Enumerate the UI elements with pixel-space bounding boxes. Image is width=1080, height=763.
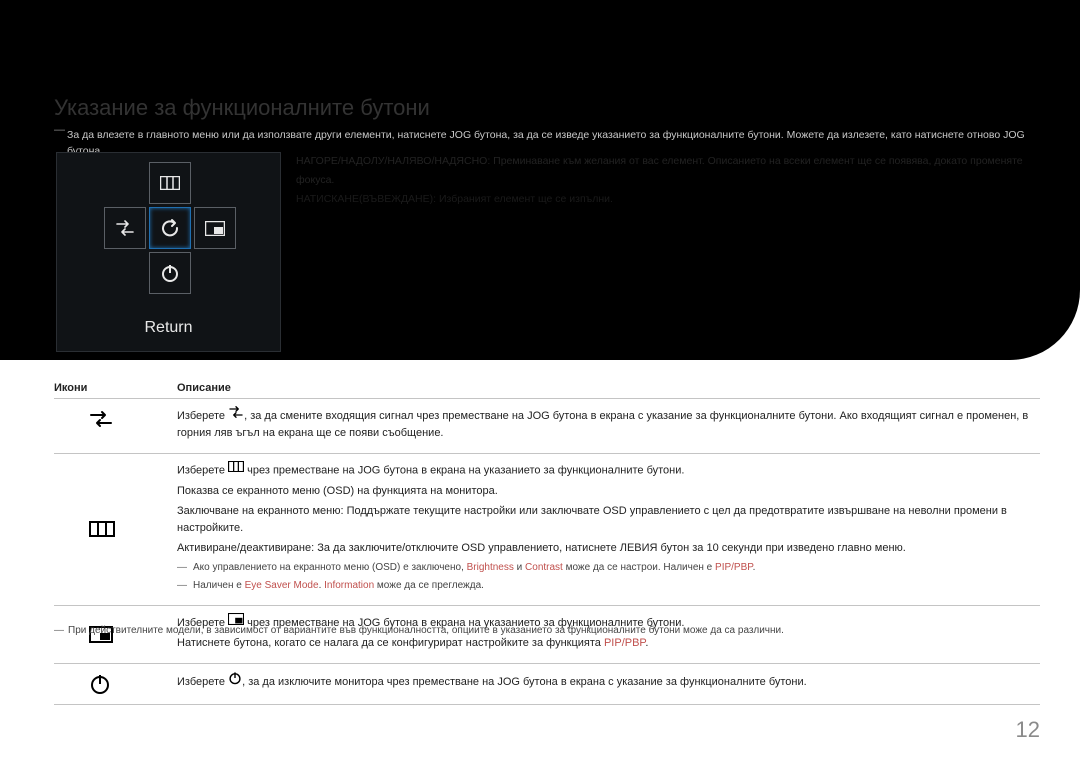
desc-text: Изберете , за да изключите монитора чрез… bbox=[177, 672, 1040, 692]
jog-return-button[interactable] bbox=[149, 207, 191, 249]
bottom-rule bbox=[54, 704, 1040, 705]
row-desc: Изберете , за да изключите монитора чрез… bbox=[177, 672, 1040, 695]
intro-dash: ― bbox=[54, 124, 65, 136]
footnote: ―При действителните модели, в зависимост… bbox=[54, 625, 1040, 636]
note-text: ―Наличен е Eye Saver Mode. Information м… bbox=[177, 578, 1040, 594]
th-desc: Описание bbox=[177, 382, 231, 394]
power-icon bbox=[160, 263, 180, 283]
power-icon bbox=[89, 673, 111, 695]
desc-text: Изберете чрез преместване на JOG бутона … bbox=[177, 462, 1040, 479]
th-icons: Икони bbox=[54, 382, 177, 394]
jog-menu-button[interactable] bbox=[149, 162, 191, 204]
desc-text: Заключване на екранното меню: Поддържате… bbox=[177, 503, 1040, 537]
header-black-area: Указание за функционалните бутони ― За д… bbox=[0, 0, 1080, 360]
desc-text: Изберете , за да смените входящия сигнал… bbox=[177, 407, 1040, 442]
return-icon bbox=[160, 218, 180, 238]
jog-return-label: Return bbox=[57, 319, 280, 337]
jog-grid bbox=[57, 162, 280, 298]
table-row: Изберете , за да смените входящия сигнал… bbox=[54, 398, 1040, 453]
note-text: ―Ако управлението на екранното меню (OSD… bbox=[177, 560, 1040, 576]
icons-table: Икони Описание Изберете , за да смените … bbox=[54, 382, 1040, 705]
desc-text: Натиснете бутона, когато се налага да се… bbox=[177, 635, 1040, 652]
row-desc: Изберете чрез преместване на JOG бутона … bbox=[177, 462, 1040, 597]
jog-pip-button[interactable] bbox=[194, 207, 236, 249]
footnote-text: При действителните модели, в зависимост … bbox=[68, 625, 784, 636]
table-row: Изберете чрез преместване на JOG бутона … bbox=[54, 453, 1040, 605]
section-title: Указание за функционалните бутони bbox=[54, 95, 430, 121]
row-desc: Изберете , за да смените входящия сигнал… bbox=[177, 407, 1040, 445]
side-faded-line-1: НАГОРЕ/НАДОЛУ/НАЛЯВО/НАДЯСНО: Преминаван… bbox=[296, 152, 1036, 190]
row-icon-power bbox=[54, 672, 177, 696]
menu-icon bbox=[89, 521, 115, 537]
page-number: 12 bbox=[1016, 717, 1040, 743]
side-faded-block: НАГОРЕ/НАДОЛУ/НАЛЯВО/НАДЯСНО: Преминаван… bbox=[296, 152, 1036, 209]
table-header: Икони Описание bbox=[54, 382, 1040, 398]
menu-icon bbox=[160, 176, 180, 190]
row-icon-menu bbox=[54, 462, 177, 597]
table-row: Изберете , за да изключите монитора чрез… bbox=[54, 663, 1040, 704]
source-icon bbox=[115, 220, 135, 236]
pip-icon bbox=[205, 221, 225, 236]
jog-source-button[interactable] bbox=[104, 207, 146, 249]
row-icon-source bbox=[54, 407, 177, 431]
desc-text: Показва се екранното меню (OSD) на функц… bbox=[177, 483, 1040, 500]
jog-panel: Return bbox=[56, 152, 281, 352]
desc-text: Активиране/деактивиране: За да заключите… bbox=[177, 540, 1040, 557]
source-icon bbox=[89, 410, 113, 428]
side-faded-line-2: НАТИСКАНЕ(ВЪВЕЖДАНЕ): Избраният елемент … bbox=[296, 190, 1036, 209]
jog-power-button[interactable] bbox=[149, 252, 191, 294]
